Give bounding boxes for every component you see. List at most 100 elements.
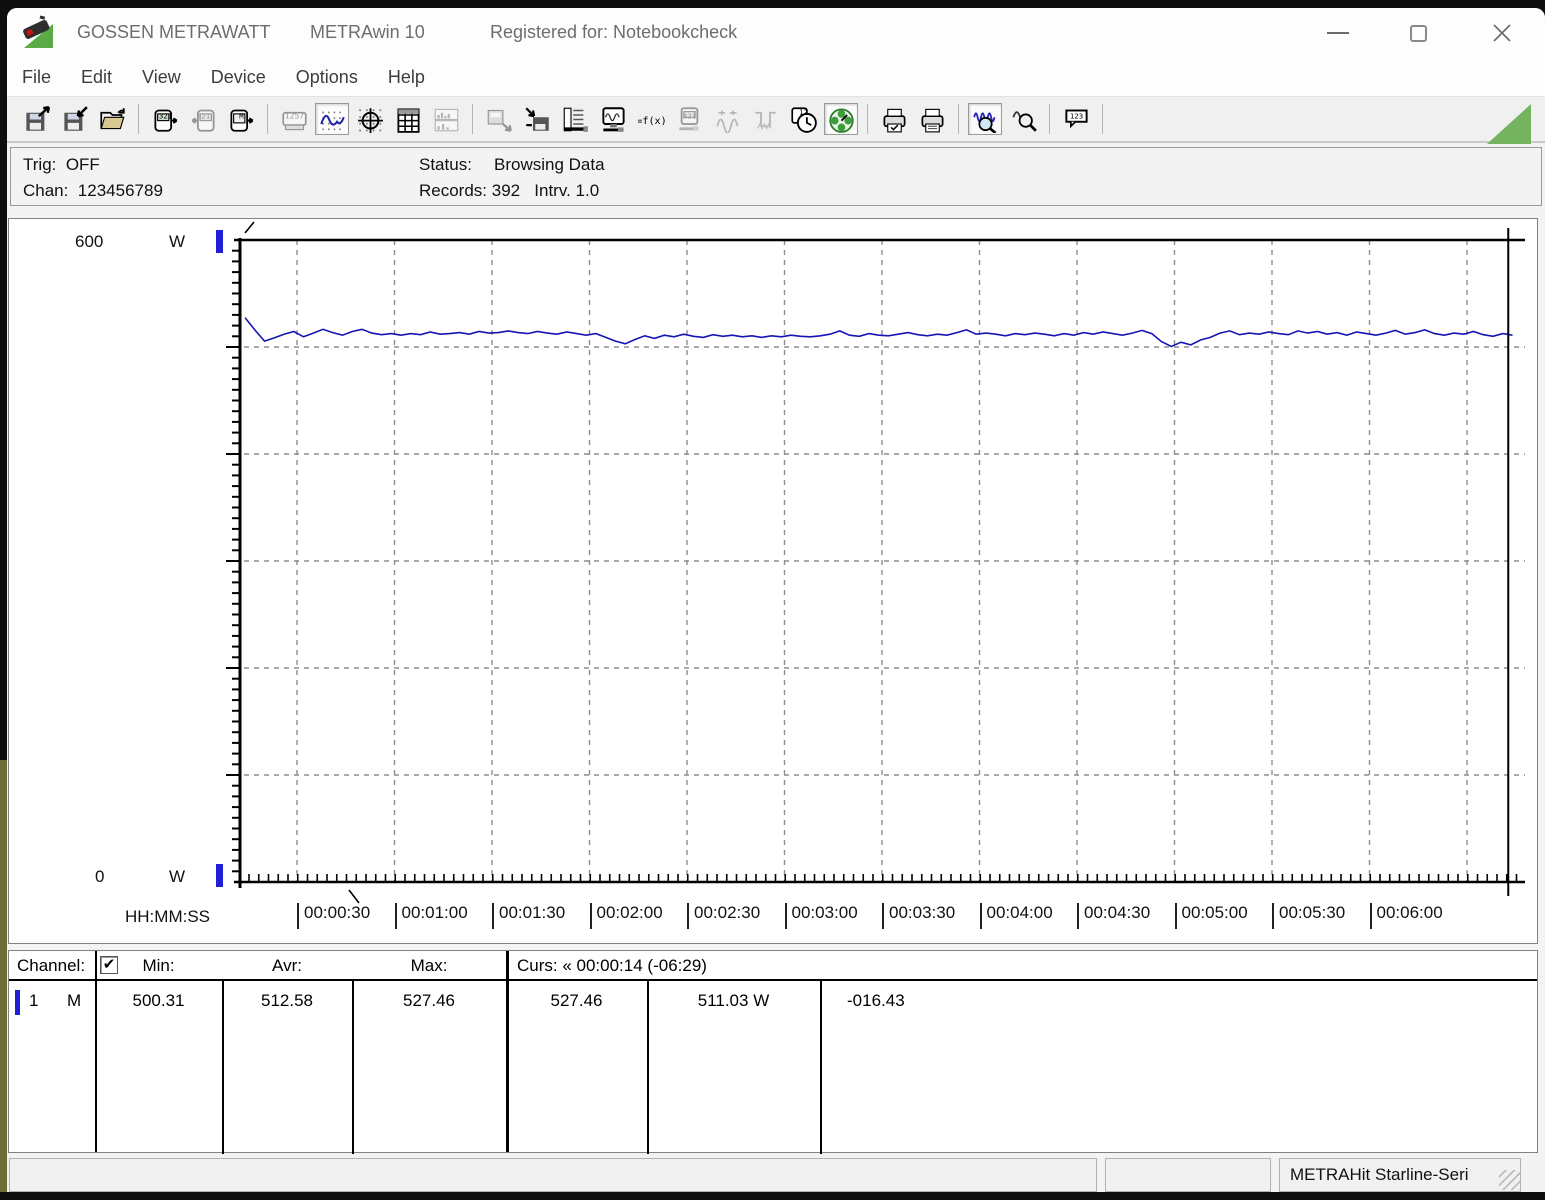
minimize-icon bbox=[1327, 32, 1349, 34]
toolbar-separator bbox=[867, 104, 868, 134]
device-write-icon: 321 bbox=[191, 109, 215, 132]
chart-svg[interactable] bbox=[9, 219, 1537, 943]
save-as-icon bbox=[63, 105, 88, 131]
view-table-button[interactable] bbox=[391, 103, 425, 135]
svg-text:321: 321 bbox=[158, 111, 171, 120]
time-label: 00:02:30 bbox=[687, 903, 760, 929]
view-table-icon bbox=[396, 107, 420, 133]
menu-item-device[interactable]: Device bbox=[196, 63, 281, 92]
zoom-horizontal-button[interactable] bbox=[968, 103, 1002, 135]
minimize-button[interactable] bbox=[1315, 18, 1361, 48]
time-axis-labels: 00:00:30 00:01:00 00:01:30 00:02:00 00:02:30… bbox=[9, 903, 1537, 935]
title-registered: Registered for: Notebookcheck bbox=[490, 22, 738, 42]
close-button[interactable] bbox=[1479, 18, 1525, 48]
title-app-name: METRAwin 10 bbox=[310, 22, 425, 42]
menu-item-edit[interactable]: Edit bbox=[66, 63, 127, 92]
row-min: 500.31 bbox=[132, 991, 185, 1010]
print-preview-button[interactable] bbox=[877, 103, 911, 135]
formula-icon: =f(x) bbox=[638, 116, 665, 127]
stats-table: Channel: ✔ Min: Avr: Max: Curs: « 00:00:… bbox=[8, 950, 1538, 1154]
menu-item-file[interactable]: File bbox=[7, 63, 66, 92]
view-histogram-button bbox=[429, 103, 463, 135]
formula-button[interactable]: =f(x) bbox=[634, 103, 668, 135]
svg-text:123: 123 bbox=[1069, 111, 1082, 120]
live-record-button[interactable] bbox=[824, 103, 858, 135]
chart-panel[interactable]: 600 W 0 W HH:MM:SS 00:00:30 00:01:00 00:01… bbox=[8, 218, 1538, 944]
title-brand: GOSSEN METRAWATT bbox=[77, 22, 271, 42]
power-trace bbox=[244, 317, 1513, 348]
metrawin-window: GOSSEN METRAWATT METRAwin 10 Registered … bbox=[7, 8, 1545, 1192]
channel-config-button[interactable] bbox=[558, 103, 592, 135]
svg-text:12: 12 bbox=[799, 107, 808, 116]
resize-grip[interactable] bbox=[1499, 1170, 1521, 1190]
device-read-button[interactable]: 321 bbox=[148, 103, 182, 135]
toolbar-separator bbox=[1049, 104, 1050, 134]
maximize-icon bbox=[1409, 24, 1427, 42]
toolbar-separator bbox=[472, 104, 473, 134]
row-avr: 512.58 bbox=[261, 991, 313, 1010]
svg-text:321: 321 bbox=[196, 111, 209, 120]
device-read-icon: 321 bbox=[153, 109, 177, 132]
time-label: 00:03:30 bbox=[882, 903, 955, 929]
import-button[interactable] bbox=[520, 103, 554, 135]
print-preview-icon bbox=[883, 108, 905, 132]
title-bar[interactable]: GOSSEN METRAWATT METRAwin 10 Registered … bbox=[7, 8, 1545, 58]
time-label: 00:05:30 bbox=[1272, 903, 1345, 929]
memory-read-icon: M bbox=[229, 109, 253, 132]
channel-config-icon bbox=[563, 107, 588, 132]
gossen-metrawatt-logo-icon bbox=[23, 15, 53, 48]
zoom-horizontal-icon bbox=[972, 111, 996, 133]
device-monitor-icon bbox=[601, 106, 625, 132]
time-label: 00:04:00 bbox=[979, 903, 1053, 929]
import-icon bbox=[524, 106, 549, 131]
view-chart-icon bbox=[319, 108, 345, 132]
svg-text:321: 321 bbox=[682, 111, 695, 120]
digital-trigger-button bbox=[748, 103, 782, 135]
view-histogram-icon bbox=[434, 108, 458, 131]
time-label: 00:05:00 bbox=[1174, 903, 1248, 929]
open-file-button[interactable] bbox=[95, 103, 129, 135]
status-section-middle bbox=[1105, 1158, 1271, 1192]
status-section-left bbox=[9, 1158, 1097, 1192]
header-avr: Avr: bbox=[272, 956, 302, 975]
menu-item-help[interactable]: Help bbox=[373, 63, 440, 92]
device-write-button: 321 bbox=[186, 103, 220, 135]
header-cursor: Curs: « 00:00:14 (-06:29) bbox=[517, 956, 707, 975]
status-bar: METRAHit Starline-Seri bbox=[7, 1158, 1545, 1192]
time-label: 00:02:00 bbox=[589, 903, 663, 929]
save-file-button[interactable] bbox=[19, 103, 53, 135]
open-file-icon bbox=[99, 107, 125, 129]
view-chart-button[interactable] bbox=[315, 103, 349, 135]
close-icon bbox=[1493, 24, 1511, 42]
view-meter-button[interactable] bbox=[353, 103, 387, 135]
time-label: 00:01:00 bbox=[394, 903, 468, 929]
zoom-button[interactable] bbox=[1006, 103, 1040, 135]
memory-read-button[interactable]: M bbox=[224, 103, 258, 135]
menu-item-view[interactable]: View bbox=[127, 63, 196, 92]
print-button[interactable] bbox=[915, 103, 949, 135]
digital-trigger-icon bbox=[754, 111, 776, 130]
header-max: Max: bbox=[410, 956, 448, 975]
maximize-button[interactable] bbox=[1395, 18, 1441, 48]
device-monitor-button[interactable] bbox=[596, 103, 630, 135]
display-1257-icon: 1257 bbox=[281, 111, 307, 130]
status-label: Status: bbox=[419, 155, 472, 174]
row-max: 527.46 bbox=[403, 991, 455, 1010]
print-icon bbox=[921, 108, 943, 132]
status-section-device: METRAHit Starline-Seri bbox=[1279, 1158, 1521, 1192]
time-label: 00:04:30 bbox=[1077, 903, 1150, 929]
menu-item-options[interactable]: Options bbox=[281, 63, 373, 92]
device-config-icon: 321 bbox=[678, 106, 698, 131]
menu-bar: File Edit View Device Options Help bbox=[7, 58, 1545, 96]
save-file-icon bbox=[25, 105, 50, 131]
toolbar-corner-triangle-icon bbox=[1487, 104, 1531, 144]
device-config-button: 321 bbox=[672, 103, 706, 135]
toolbar-separator bbox=[1102, 104, 1103, 134]
trig-status: Trig: OFF bbox=[23, 155, 100, 174]
timer-button[interactable]: 12 bbox=[786, 103, 820, 135]
export-button bbox=[482, 103, 516, 135]
save-as-button[interactable] bbox=[57, 103, 91, 135]
annotation-button[interactable]: 123 bbox=[1059, 103, 1093, 135]
channel-row-color-marker bbox=[15, 990, 20, 1015]
row-channel-mode: M bbox=[67, 991, 82, 1010]
